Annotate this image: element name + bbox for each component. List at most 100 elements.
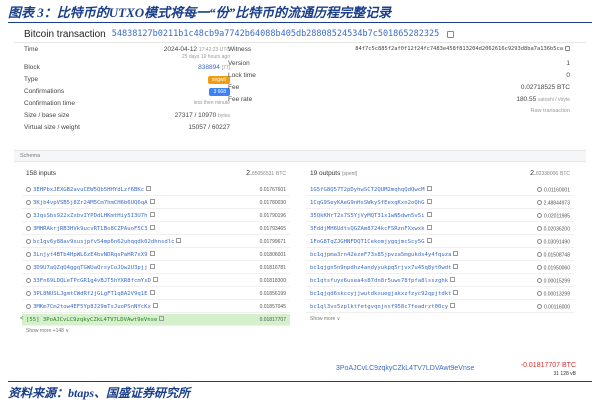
inputs-show-more[interactable]: Show more +148 ∨ <box>26 328 69 334</box>
input-row[interactable]: 3MHRAkrjRB3HVk9ucvRTLBo8CZPAuoF5C3 0.0179… <box>22 223 290 235</box>
input-row[interactable]: 3JqsSbs922xZxbvIYPDdLHKmtHiy5I3U7h 0.0179… <box>22 210 290 222</box>
input-value: 0.01817707 <box>259 317 286 323</box>
outputs-spent-label: [spent] <box>342 171 358 177</box>
output-address[interactable]: bc1qjpma3rn42ezeF73s85jpvza5mgukds4y4fqu… <box>310 251 459 258</box>
value-text: 0.00015299 <box>543 278 570 285</box>
input-row-highlighted[interactable]: < [55] 3PoAJCvLC9zqkyCZkL4TV7LDVAwt9eVnse… <box>20 314 290 326</box>
raw-transaction-link[interactable]: Raw transaction <box>531 108 570 114</box>
copy-icon[interactable] <box>426 199 432 204</box>
output-address[interactable]: 35QkKHrT2x7S5YjVyMQT31x1wN5dwn5v5i <box>310 212 432 219</box>
copy-icon[interactable] <box>159 316 165 321</box>
summary-address[interactable]: 3PoAJCvLC9zqkyCZkL4TV7LDVAwt9eVnse <box>336 365 474 372</box>
confirmations-badge: 3 668 <box>209 88 230 96</box>
copy-icon[interactable] <box>152 303 158 308</box>
input-row[interactable]: 3PL8NUSLJgmtCWdRf2jGLgFT1q8A2V9q1E 0.0185… <box>22 288 290 300</box>
copy-icon[interactable] <box>426 186 432 191</box>
copy-icon[interactable] <box>565 46 570 51</box>
address-text: bc1qjpma3rn42ezeF73s85jpvza5mgukds4y4fqu… <box>310 252 452 258</box>
copy-icon[interactable] <box>450 277 456 282</box>
copy-icon[interactable] <box>447 30 455 38</box>
copy-icon[interactable] <box>152 277 158 282</box>
copy-icon[interactable] <box>453 290 459 295</box>
output-address[interactable]: bc1ql3vs5zplktfetgvqnjnsf958c7feadrzt00c… <box>310 303 456 310</box>
input-address[interactable]: 3Lnjyt4BTb4HpWL6zE4bvNDRqsPaHR7xX9 <box>26 251 155 258</box>
detail-row-fee: Fee 0.02718525 BTC <box>228 84 570 94</box>
copy-icon[interactable] <box>450 303 456 308</box>
value-text: 0.02011985 <box>543 213 570 220</box>
summary-value: -0.01817707 BTC <box>520 362 576 369</box>
input-address[interactable]: 3PL8NUSLJgmtCWdRf2jGLgFT1q8A2V9q1E <box>26 290 155 297</box>
copy-icon[interactable] <box>146 186 152 191</box>
output-row[interactable]: 1FoG8TqZJGHNFDQT1CekomjygqjmcScy5G 0.0309… <box>306 236 574 248</box>
input-row[interactable]: bc1qv6y88av9susjpfv54mp6n62uhqqdk02dhnsd… <box>22 236 290 248</box>
output-address[interactable]: bc1qjgn5n9npdhz4andyyukpq5rjvx7u45q8yt0w… <box>310 264 459 271</box>
output-row[interactable]: bc1qjpma3rn42ezeF73s85jpvza5mgukds4y4fqu… <box>306 249 574 261</box>
input-circle-icon <box>26 303 31 309</box>
input-address[interactable]: 3D9U7aQZqQ4ggqTGWUaQrsyCoJQw2U3pjj <box>26 264 155 271</box>
outputs-total-unit: BTC <box>560 171 570 177</box>
output-address[interactable]: 3FddjMH6UdtsQGZAm8724kcFSRznFXxwxk <box>310 225 432 232</box>
input-address[interactable]: bc1qv6y88av9susjpfv54mp6n62uhqqdk02dhnsd… <box>26 238 182 245</box>
detail-value: segwit <box>207 76 230 84</box>
output-row[interactable]: 35QkKHrT2x7S5YjVyMQT31x1wN5dwn5v5i 0.0201… <box>306 210 574 222</box>
output-address[interactable]: bc1qtsfuyx6usea4s87dn8r5uws78fpfa8lsszgh… <box>310 277 456 284</box>
input-value: 0.01793465 <box>259 226 286 232</box>
outputs-show-more[interactable]: Show more ∨ <box>310 316 340 322</box>
output-address[interactable]: 1FoG8TqZJGHNFDQT1CekomjygqjmcScy5G <box>310 238 432 245</box>
input-row[interactable]: 3EHPbxJEXGB2avuCEW5Qb5HHYdLzf6BKc 0.01767… <box>22 184 290 196</box>
copy-icon[interactable] <box>426 238 432 243</box>
output-address[interactable]: 1G5fG8Q57T2pDyhwSCT2QUM2mqhqQdQwcM <box>310 186 432 193</box>
copy-icon[interactable] <box>426 212 432 217</box>
input-circle-icon <box>26 264 31 270</box>
input-row[interactable]: 33Fn69LDQLeTPcGR1g4vBJT5hYXR8fcmYsD 0.018… <box>22 275 290 287</box>
output-value: 2.48844973 <box>536 200 570 207</box>
detail-value: 84f7c5c885f2af0f12f24fc7483e458f813204d2… <box>355 46 570 52</box>
input-circle-icon <box>26 212 31 218</box>
output-address[interactable]: 1CqG9SeyKAeG9nHsSWkySfEexqKxn2oQhG <box>310 199 432 206</box>
transaction-hash[interactable]: 54838127b0211b1c48cb9a7742b64088b405db28… <box>112 29 440 39</box>
input-row[interactable]: 3D9U7aQZqQ4ggqTGWUaQrsyCoJQw2U3pjj 0.0181… <box>22 262 290 274</box>
input-address[interactable]: 3EHPbxJEXGB2avuCEW5Qb5HHYdLzf6BKc <box>26 186 152 193</box>
inputs-total-frac: 85056531 <box>251 171 275 177</box>
size-value: 27317 / 10970 <box>174 112 217 119</box>
input-row[interactable]: 3Lnjyt4BTb4HpWL6zE4bvNDRqsPaHR7xX9 0.0180… <box>22 249 290 261</box>
copy-icon[interactable] <box>176 238 182 243</box>
outputs-count-text: 19 outputs <box>310 170 341 177</box>
copy-icon[interactable] <box>149 225 155 230</box>
input-row[interactable]: 3Kjb4vpVSB5j8Zr24M5Cm7hmCH6b6UQ6qA 0.0178… <box>22 197 290 209</box>
input-address[interactable]: 3MKm7Cm2tow4EF5Yp8J29mTsJuoPSnNYcKx <box>26 303 158 310</box>
output-row[interactable]: 1G5fG8Q57T2pDyhwSCT2QUM2mqhqQdQwcM 0.0116… <box>306 184 574 196</box>
value-text: 0.01508748 <box>543 252 570 259</box>
output-row[interactable]: 1CqG9SeyKAeG9nHsSWkySfEexqKxn2oQhG 2.4884… <box>306 197 574 209</box>
output-row[interactable]: bc1ql3vs5zplktfetgvqnjnsf958c7feadrzt00c… <box>306 301 574 313</box>
detail-label: Witness <box>228 46 252 53</box>
copy-icon[interactable] <box>149 199 155 204</box>
output-circle-icon <box>536 187 542 192</box>
block-link[interactable]: 838894 <box>198 64 220 71</box>
output-row[interactable]: 3FddjMH6UdtsQGZAm8724kcFSRznFXxwxk 0.0203… <box>306 223 574 235</box>
detail-row-confirmations: Confirmations 3 668 <box>24 88 230 98</box>
address-text: [55] 3PoAJCvLC9zqkyCZkL4TV7LDVAwt9eVnse <box>26 317 158 323</box>
input-address[interactable]: [55] 3PoAJCvLC9zqkyCZkL4TV7LDVAwt9eVnse <box>26 316 165 323</box>
detail-row-vsize: Virtual size / weight 15057 / 60227 <box>24 124 230 134</box>
input-address[interactable]: 3MHRAkrjRB3HVk9ucvRTLBo8CZPAuoF5C3 <box>26 225 155 232</box>
output-row[interactable]: bc1qjqd6skccyjjwutdkxuegjakxzfzyc92qpjtd… <box>306 288 574 300</box>
input-value: 0.01806001 <box>259 252 286 258</box>
input-address[interactable]: 3JqsSbs922xZxbvIYPDdLHKmtHiy5I3U7h <box>26 212 155 219</box>
input-row[interactable]: 3MKm7Cm2tow4EF5Yp8J29mTsJuoPSnNYcKx 0.018… <box>22 301 290 313</box>
copy-icon[interactable] <box>149 251 155 256</box>
copy-icon[interactable] <box>453 251 459 256</box>
copy-icon[interactable] <box>149 212 155 217</box>
output-value: 0.03091490 <box>536 239 570 246</box>
detail-label: Confirmation time <box>24 100 75 107</box>
output-row[interactable]: bc1qjgn5n9npdhz4andyyukpq5rjvx7u45q8yt0w… <box>306 262 574 274</box>
input-address[interactable]: 3Kjb4vpVSB5j8Zr24M5Cm7hmCH6b6UQ6qA <box>26 199 155 206</box>
copy-icon[interactable] <box>149 290 155 295</box>
output-row[interactable]: bc1qtsfuyx6usea4s87dn8r5uws78fpfa8lsszgh… <box>306 275 574 287</box>
copy-icon[interactable] <box>426 225 432 230</box>
detail-value: 27317 / 10970 bytes <box>175 112 230 119</box>
copy-icon[interactable] <box>453 264 459 269</box>
copy-icon[interactable] <box>149 264 155 269</box>
output-address[interactable]: bc1qjqd6skccyjjwutdkxuegjakxzfzyc92qpjtd… <box>310 290 459 297</box>
input-address[interactable]: 33Fn69LDQLeTPcGR1g4vBJT5hYXR8fcmYsD <box>26 277 158 284</box>
